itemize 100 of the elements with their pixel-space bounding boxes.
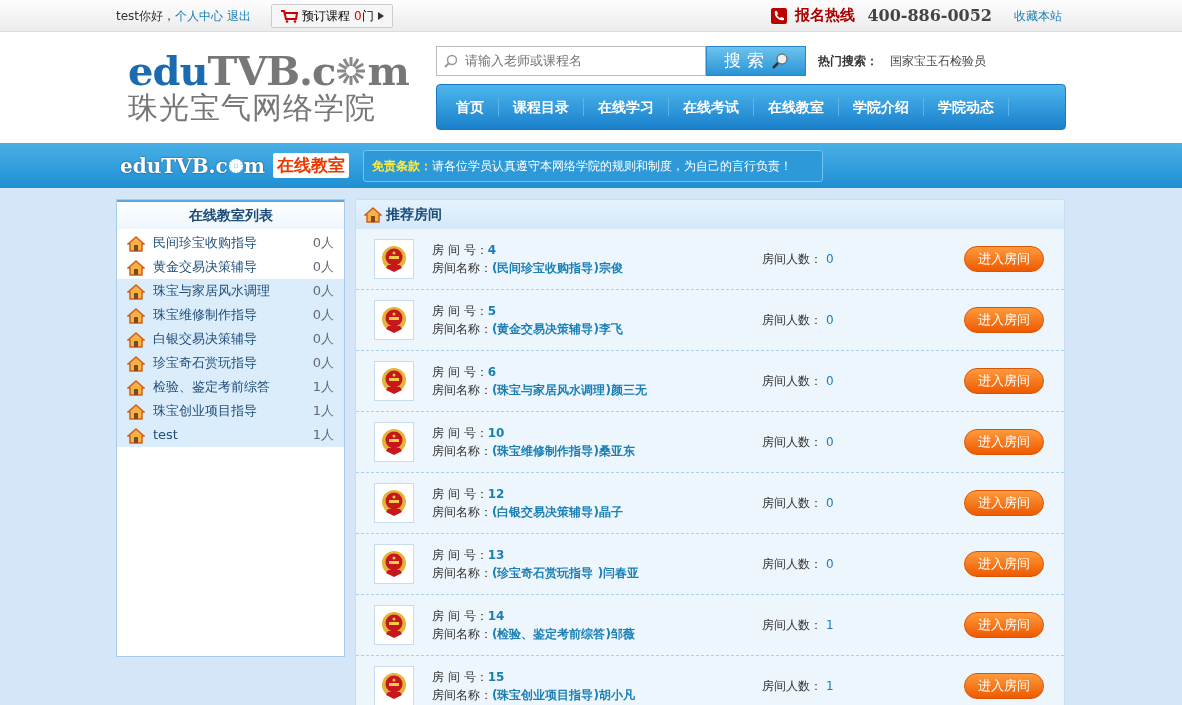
room-number-label: 房 间 号：: [432, 365, 488, 379]
nav-link[interactable]: 在线考试: [669, 97, 754, 116]
room-name-label: 房间名称：: [432, 261, 492, 275]
room-name-label: 房间名称：: [432, 566, 492, 580]
house-icon: [127, 234, 145, 252]
people-label: 房间人数：: [762, 495, 822, 512]
classroom-item[interactable]: 珠宝创业项目指导 1人: [117, 399, 344, 423]
house-icon: [127, 258, 145, 276]
room-number: 10: [487, 426, 505, 440]
nav-link[interactable]: 在线学习: [584, 97, 669, 116]
search-field[interactable]: 请输入老师或课程名: [436, 45, 706, 76]
room-name-label: 房间名称：: [432, 322, 492, 336]
emblem-icon: [374, 544, 414, 584]
emblem-icon: [374, 605, 414, 645]
nav-link[interactable]: 学院动态: [924, 97, 1009, 116]
greeting-text: test你好，: [116, 7, 176, 25]
people-count: 1: [826, 617, 834, 634]
people-count: 0: [826, 251, 834, 268]
room-number-label: 房 间 号：: [432, 487, 488, 501]
enter-room-button[interactable]: 进入房间: [964, 490, 1044, 516]
room-name-link[interactable]: (珠宝与家居风水调理)颜三无: [492, 383, 647, 397]
room-number: 14: [487, 609, 505, 623]
classroom-item[interactable]: 珠宝与家居风水调理 0人: [117, 279, 344, 303]
enter-room-button[interactable]: 进入房间: [964, 551, 1044, 577]
nav-link[interactable]: 首页: [442, 97, 499, 116]
classroom-item[interactable]: 黄金交易决策辅导 0人: [117, 255, 344, 279]
people-label: 房间人数：: [762, 617, 822, 634]
notice-text: 免责条款：请各位学员认真遵守本网络学院的规则和制度，为自己的言行负责！: [371, 157, 792, 175]
nav-link[interactable]: 在线教室: [754, 97, 839, 116]
people-count: 0: [826, 556, 834, 573]
people-label: 房间人数：: [762, 251, 822, 268]
user-link[interactable]: 个人中心: [175, 6, 224, 25]
room-name-link[interactable]: (珠宝创业项目指导)胡小凡: [492, 688, 635, 702]
room-number: 13: [487, 548, 505, 562]
cart-button[interactable]: 预订课程 0门: [271, 3, 393, 28]
house-icon: [127, 282, 145, 300]
magnifier-icon: [771, 52, 788, 69]
enter-room-button[interactable]: 进入房间: [964, 429, 1044, 455]
classroom-item[interactable]: 民间珍宝收购指导 0人: [117, 231, 344, 255]
bookmark-link[interactable]: 收藏本站: [1014, 6, 1062, 25]
band-title: 在线教室: [272, 152, 349, 179]
classroom-item[interactable]: test 1人: [117, 423, 344, 447]
house-icon: [127, 306, 145, 324]
enter-room-button[interactable]: 进入房间: [964, 307, 1044, 333]
hot-search-link[interactable]: 国家宝玉石检验员: [890, 51, 986, 70]
room-number-label: 房 间 号：: [432, 548, 488, 562]
emblem-icon: [374, 300, 414, 340]
phone-icon: [771, 7, 788, 24]
room-number: 15: [487, 670, 505, 684]
hot-search-label: 热门搜索：: [818, 52, 878, 70]
enter-room-button[interactable]: 进入房间: [964, 368, 1044, 394]
panel-title: 推荐房间: [386, 205, 442, 224]
emblem-icon: [374, 239, 414, 279]
room-number: 4: [487, 243, 496, 257]
room-name-label: 房间名称：: [432, 688, 492, 702]
classroom-item[interactable]: 珠宝维修制作指导 0人: [117, 303, 344, 327]
enter-room-button[interactable]: 进入房间: [964, 612, 1044, 638]
people-label: 房间人数：: [762, 434, 822, 451]
site-subtitle: 珠光宝气网络学院: [128, 91, 377, 124]
room-name-link[interactable]: (珍宝奇石赏玩指导 )闫春亚: [492, 566, 640, 580]
nav-link[interactable]: 课程目录: [499, 97, 584, 116]
people-label: 房间人数：: [762, 678, 822, 695]
room-name-link[interactable]: (黄金交易决策辅导)李飞: [492, 322, 623, 336]
room-number-label: 房 间 号：: [432, 670, 488, 684]
room-name-label: 房间名称：: [432, 383, 492, 397]
people-count: 0: [826, 434, 834, 451]
people-count: 0: [826, 495, 834, 512]
room-name-link[interactable]: (检验、鉴定考前综答)邹薇: [492, 627, 635, 641]
emblem-icon: [374, 422, 414, 462]
enter-room-button[interactable]: 进入房间: [964, 246, 1044, 272]
wheel-icon: [336, 56, 367, 86]
classroom-item[interactable]: 白银交易决策辅导 0人: [117, 327, 344, 351]
site-logo: eduTVB.c m: [128, 51, 409, 91]
room-number: 5: [487, 304, 496, 318]
room-name-link[interactable]: (民间珍宝收购指导)宗俊: [492, 261, 623, 275]
people-label: 房间人数：: [762, 556, 822, 573]
people-label: 房间人数：: [762, 373, 822, 390]
phone-number: 400-886-0052: [867, 4, 992, 27]
classroom-item[interactable]: 检验、鉴定考前综答 1人: [117, 375, 344, 399]
search-icon: [444, 53, 458, 68]
room-number-label: 房 间 号：: [432, 609, 488, 623]
house-icon: [127, 330, 145, 348]
house-icon: [127, 378, 145, 396]
hotline-label: 报名热线: [795, 5, 856, 27]
room-name-label: 房间名称：: [432, 627, 492, 641]
room-number-label: 房 间 号：: [432, 426, 488, 440]
house-icon: [127, 354, 145, 372]
emblem-icon: [374, 483, 414, 523]
classroom-item[interactable]: 珍宝奇石赏玩指导 0人: [117, 351, 344, 375]
room-name-label: 房间名称：: [432, 444, 492, 458]
house-icon: [364, 206, 382, 223]
cart-text: 预订课程 0门: [302, 7, 374, 25]
room-number: 12: [487, 487, 505, 501]
search-button[interactable]: 搜 索: [706, 45, 806, 76]
enter-room-button[interactable]: 进入房间: [964, 673, 1044, 699]
room-name-link[interactable]: (白银交易决策辅导)晶子: [492, 505, 623, 519]
user-link[interactable]: 退出: [227, 6, 252, 25]
nav-link[interactable]: 学院介绍: [839, 97, 924, 116]
room-name-link[interactable]: (珠宝维修制作指导)桑亚东: [492, 444, 635, 458]
room-number-label: 房 间 号：: [432, 243, 488, 257]
